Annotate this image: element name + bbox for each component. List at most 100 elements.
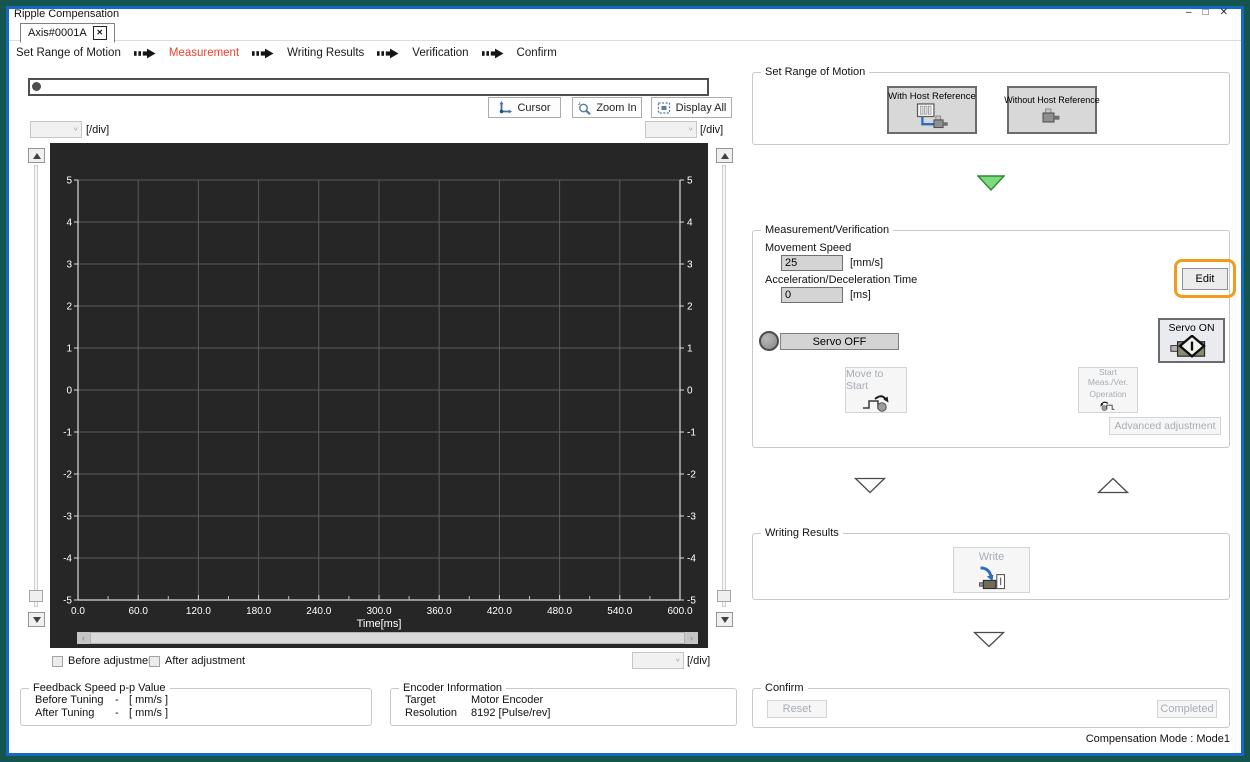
movement-speed-unit: [mm/s] xyxy=(850,257,883,269)
left-scale-slider[interactable] xyxy=(28,148,45,630)
scroll-right-icon[interactable]: › xyxy=(685,632,698,644)
minimize-icon[interactable]: – xyxy=(1186,7,1192,18)
svg-text:600.0: 600.0 xyxy=(667,606,692,617)
compensation-mode-label: Compensation Mode : Mode1 xyxy=(1085,733,1230,745)
svg-text:120.0: 120.0 xyxy=(186,606,211,617)
slider-down-button[interactable] xyxy=(28,612,45,627)
without-host-reference-button[interactable]: Without Host Reference xyxy=(1004,86,1100,134)
edit-button[interactable]: Edit xyxy=(1182,267,1228,290)
svg-text:2: 2 xyxy=(66,302,72,313)
advanced-adjustment-button[interactable]: Advanced adjustment xyxy=(1109,417,1221,435)
start-meas-ver-label-2: Operation xyxy=(1089,388,1127,399)
slider-track[interactable] xyxy=(722,165,726,607)
step-writing-results: Writing Results xyxy=(287,47,365,59)
svg-text:60.0: 60.0 xyxy=(128,606,148,617)
scrollbar-thumb[interactable] xyxy=(91,633,684,643)
step-arrow-icon xyxy=(377,48,399,58)
start-meas-ver-label-1: Start Meas./Ver. xyxy=(1087,367,1129,387)
svg-text:Time[ms]: Time[ms] xyxy=(357,618,402,630)
servo-status-text: Servo OFF xyxy=(812,335,867,348)
y-div-right-unit-label: [/div] xyxy=(700,124,724,136)
zoom-in-button[interactable]: Zoom In xyxy=(572,97,642,118)
servo-on-button[interactable]: Servo ON xyxy=(1158,318,1225,363)
chart-plot-area: 5 54 43 32 21 10 0-1 -1-2 -2-3 -3-4 -4-5 -50.0 60.0 1… xyxy=(63,176,696,631)
bottom-div-unit-label: [/div] xyxy=(687,655,711,667)
right-scale-slider[interactable] xyxy=(716,148,733,630)
tab-label: Axis#0001A xyxy=(28,27,87,39)
reset-button[interactable]: Reset xyxy=(767,700,827,718)
window-title: Ripple Compensation xyxy=(14,8,120,20)
svg-text:-4: -4 xyxy=(687,554,696,565)
scroll-left-icon[interactable]: ‹ xyxy=(77,632,90,644)
chevron-down-icon: ˅ xyxy=(688,125,693,134)
svg-text:0: 0 xyxy=(687,386,693,397)
slider-down-button[interactable] xyxy=(716,612,733,627)
after-adjustment-checkbox[interactable] xyxy=(149,656,160,667)
triangle-up-icon xyxy=(32,152,41,159)
accel-decel-label: Acceleration/Deceleration Time xyxy=(765,274,918,286)
display-all-button-label: Display All xyxy=(675,101,727,114)
y-div-left-select[interactable]: ˅ xyxy=(30,121,82,138)
encoder-target-row: Target Motor Encoder xyxy=(405,694,736,706)
tab-close-icon[interactable]: ✕ xyxy=(92,26,107,40)
svg-text:5: 5 xyxy=(687,176,693,187)
chart-horizontal-scrollbar[interactable]: ‹ › xyxy=(77,632,698,644)
slider-up-button[interactable] xyxy=(716,148,733,163)
cursor-button[interactable]: Cursor xyxy=(488,97,561,118)
before-adjustment-checkbox[interactable] xyxy=(52,656,63,667)
with-host-reference-button[interactable]: With Host Reference xyxy=(887,86,977,134)
flow-arrow-down-icon xyxy=(854,477,886,494)
step-arrow-icon xyxy=(252,48,274,58)
bottom-div-select[interactable]: ˅ xyxy=(632,652,684,669)
svg-text:180.0: 180.0 xyxy=(246,606,271,617)
zoom-in-button-label: Zoom In xyxy=(596,101,637,114)
completed-button[interactable]: Completed xyxy=(1157,700,1217,718)
svg-text:480.0: 480.0 xyxy=(547,606,572,617)
display-all-button[interactable]: Display All xyxy=(651,97,732,118)
svg-text:-2: -2 xyxy=(687,470,696,481)
slider-thumb[interactable] xyxy=(717,590,731,602)
slider-up-button[interactable] xyxy=(28,148,45,163)
svg-text:-5: -5 xyxy=(63,596,72,607)
triangle-up-icon xyxy=(720,152,729,159)
tab-axis0001a[interactable]: Axis#0001A ✕ xyxy=(20,23,115,43)
feedback-after-label: After Tuning xyxy=(35,707,95,719)
host-controller-motor-icon xyxy=(916,102,948,128)
slider-thumb[interactable] xyxy=(29,590,43,602)
step-set-range: Set Range of Motion xyxy=(16,47,121,59)
step-verification: Verification xyxy=(412,47,469,59)
measurement-group-title: Measurement/Verification xyxy=(761,224,894,236)
flow-arrow-down-icon xyxy=(973,631,1005,648)
close-icon[interactable]: ✕ xyxy=(1220,7,1228,18)
move-to-start-button[interactable]: Move to Start xyxy=(845,367,907,413)
flow-arrow-up-icon xyxy=(1097,477,1129,494)
edit-button-label: Edit xyxy=(1195,272,1215,285)
motor-only-icon xyxy=(1042,108,1060,122)
window-controls: – □ ✕ xyxy=(1186,7,1228,18)
step-arrow-icon xyxy=(481,48,504,58)
reset-button-label: Reset xyxy=(782,703,812,715)
svg-text:420.0: 420.0 xyxy=(487,606,512,617)
svg-text:4: 4 xyxy=(687,218,693,229)
svg-text:-3: -3 xyxy=(687,512,696,523)
movement-speed-label: Movement Speed xyxy=(765,242,852,254)
feedback-speed-group-title: Feedback Speed p-p Value xyxy=(29,682,170,694)
slider-track[interactable] xyxy=(34,165,38,607)
feedback-before-label: Before Tuning xyxy=(35,694,104,706)
set-range-group: Set Range of Motion With Host Reference … xyxy=(752,66,1230,145)
writing-results-group-title: Writing Results xyxy=(761,527,843,539)
svg-text:240.0: 240.0 xyxy=(306,606,331,617)
maximize-icon[interactable]: □ xyxy=(1203,7,1209,18)
progress-indicator-dot xyxy=(32,81,41,91)
y-div-right-select[interactable]: ˅ xyxy=(645,121,697,138)
start-meas-ver-button[interactable]: Start Meas./Ver. Operation xyxy=(1078,367,1138,413)
servo-on-motor-icon xyxy=(1169,334,1206,358)
servo-status-display: Servo OFF xyxy=(780,333,899,350)
write-button[interactable]: Write xyxy=(953,547,1030,593)
y-div-left-unit-label: [/div] xyxy=(86,124,110,136)
encoder-resolution-value: 8192 [Pulse/rev] xyxy=(471,707,551,719)
movement-speed-input[interactable] xyxy=(781,255,843,271)
feedback-after-value: - xyxy=(115,707,119,719)
feedback-speed-group: Feedback Speed p-p Value Before Tuning -… xyxy=(20,682,372,726)
accel-decel-input[interactable] xyxy=(781,287,843,303)
